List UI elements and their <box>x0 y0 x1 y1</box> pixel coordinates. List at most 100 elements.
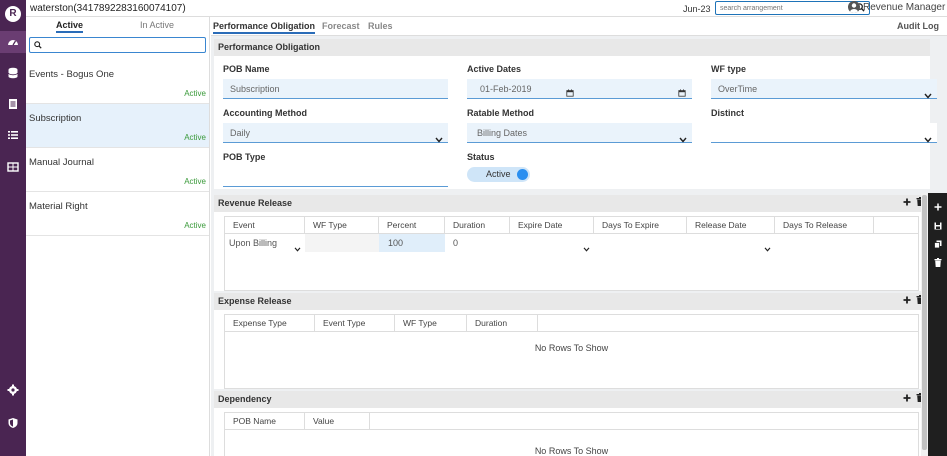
list-item[interactable]: Material Right Active <box>26 192 209 236</box>
chevron-down-icon <box>764 240 771 258</box>
distinct-select[interactable] <box>711 123 937 143</box>
calendar-icon[interactable] <box>678 84 686 104</box>
wf-type-select[interactable]: OverTime <box>711 79 937 99</box>
column-header[interactable]: Duration <box>445 217 510 234</box>
list-item[interactable]: Manual Journal Active <box>26 148 209 192</box>
wf-type-label: WF type <box>711 64 746 74</box>
accounting-method-select[interactable]: Daily <box>223 123 448 143</box>
document-icon[interactable] <box>0 93 26 115</box>
top-bar: waterston(3417892283160074107) Jun-23 Re… <box>26 0 947 17</box>
period-label[interactable]: Jun-23 <box>683 4 711 14</box>
audit-log-link[interactable]: Audit Log <box>897 21 939 31</box>
status-toggle-label: Active <box>486 169 511 179</box>
search-arrangement[interactable] <box>715 1 870 15</box>
status-toggle[interactable]: Active <box>467 167 530 182</box>
user-menu[interactable]: Revenue Manager <box>848 1 945 13</box>
grid-header: Event WF Type Percent Duration Expire Da… <box>225 217 918 234</box>
main-tabs: Performance Obligation Forecast Rules Au… <box>211 17 947 36</box>
list-filter-input[interactable] <box>44 38 194 52</box>
pob-form-section: Performance Obligation POB Name Subscrip… <box>214 39 937 189</box>
tab-forecast[interactable]: Forecast <box>322 21 360 31</box>
list-item-name: Manual Journal <box>29 157 94 168</box>
wf-type-cell[interactable] <box>305 234 379 252</box>
plus-icon[interactable] <box>928 199 947 215</box>
list-icon[interactable] <box>0 124 26 146</box>
column-header[interactable]: Event Type <box>315 315 395 332</box>
section-header: Dependency <box>214 391 930 408</box>
list-item[interactable]: Events - Bogus One Active <box>26 60 209 104</box>
calendar-icon[interactable] <box>566 84 574 104</box>
list-item-name: Events - Bogus One <box>29 69 115 80</box>
section-header: Expense Release <box>214 293 930 310</box>
column-header[interactable]: Days To Release <box>775 217 874 234</box>
action-rail <box>928 193 947 456</box>
active-dates-field[interactable]: 01-Feb-2019 <box>467 79 692 99</box>
tab-performance-obligation[interactable]: Performance Obligation <box>213 21 316 34</box>
table-icon[interactable] <box>0 156 26 178</box>
expense-release-title: Expense Release <box>218 296 292 306</box>
column-header[interactable]: Expense Type <box>225 315 315 332</box>
revenue-release-title: Revenue Release <box>218 198 293 208</box>
column-header[interactable]: Duration <box>467 315 538 332</box>
tab-rules[interactable]: Rules <box>368 21 393 31</box>
active-date-start[interactable]: 01-Feb-2019 <box>480 84 532 94</box>
column-header[interactable]: POB Name <box>225 413 305 430</box>
main-scrollbar[interactable] <box>921 193 928 456</box>
percent-cell[interactable]: 100 <box>379 234 445 252</box>
dashboard-icon[interactable] <box>0 31 26 53</box>
chevron-down-icon <box>924 86 932 106</box>
chevron-down-icon <box>294 240 301 258</box>
chevron-down-icon <box>679 130 687 150</box>
column-header[interactable]: WF Type <box>395 315 467 332</box>
database-icon[interactable] <box>0 62 26 84</box>
copy-icon[interactable] <box>928 236 947 252</box>
ratable-method-select[interactable]: Billing Dates <box>467 123 692 143</box>
distinct-label: Distinct <box>711 108 745 118</box>
list-item[interactable]: Subscription Active <box>26 104 209 148</box>
column-header[interactable]: Value <box>305 413 370 430</box>
pob-type-field[interactable] <box>223 167 448 187</box>
event-select[interactable]: Upon Billing <box>225 234 305 252</box>
left-nav: R <box>0 0 26 456</box>
shield-icon[interactable] <box>0 412 26 434</box>
chevron-down-icon <box>924 130 932 150</box>
list-item-name: Subscription <box>29 113 82 124</box>
plus-icon[interactable] <box>903 293 911 310</box>
expire-date-select[interactable] <box>510 234 594 252</box>
pob-name-field[interactable]: Subscription <box>223 79 448 99</box>
list-item-status: Active <box>184 133 206 142</box>
settings-icon[interactable] <box>0 379 26 401</box>
arrangement-title: waterston(3417892283160074107) <box>30 3 186 14</box>
pob-type-label: POB Type <box>223 152 266 162</box>
column-header[interactable]: Expire Date <box>510 217 594 234</box>
status-tabs: Active In Active <box>26 17 209 35</box>
search-icon <box>34 41 42 51</box>
tab-inactive[interactable]: In Active <box>140 20 174 30</box>
plus-icon[interactable] <box>903 391 911 408</box>
column-header[interactable]: Percent <box>379 217 445 234</box>
app-logo[interactable]: R <box>5 6 21 22</box>
days-to-expire-cell[interactable] <box>594 234 687 252</box>
days-to-release-cell[interactable] <box>775 234 874 252</box>
column-header[interactable]: Days To Expire <box>594 217 687 234</box>
search-input[interactable] <box>716 2 846 15</box>
user-avatar-icon <box>848 1 860 13</box>
ratable-method-label: Ratable Method <box>467 108 535 118</box>
scrollbar-thumb[interactable] <box>922 195 927 450</box>
trash-icon[interactable] <box>928 254 947 270</box>
section-header: Revenue Release <box>214 195 930 212</box>
list-item-status: Active <box>184 177 206 186</box>
duration-cell[interactable]: 0 <box>445 234 510 252</box>
column-header[interactable]: WF Type <box>305 217 379 234</box>
dependency-section: Dependency POB Name Value No Rows To Sho… <box>214 391 930 456</box>
tab-active[interactable]: Active <box>56 20 84 33</box>
column-header[interactable]: Event <box>225 217 305 234</box>
list-filter[interactable] <box>29 37 206 53</box>
plus-icon[interactable] <box>903 195 911 212</box>
expense-release-section: Expense Release Expense Type Event Type … <box>214 293 930 389</box>
save-icon[interactable] <box>928 218 947 234</box>
revenue-release-section: Revenue Release Event WF Type Percent Du… <box>214 195 930 291</box>
column-header[interactable]: Release Date <box>687 217 775 234</box>
release-date-select[interactable] <box>687 234 775 252</box>
list-item-status: Active <box>184 221 206 230</box>
